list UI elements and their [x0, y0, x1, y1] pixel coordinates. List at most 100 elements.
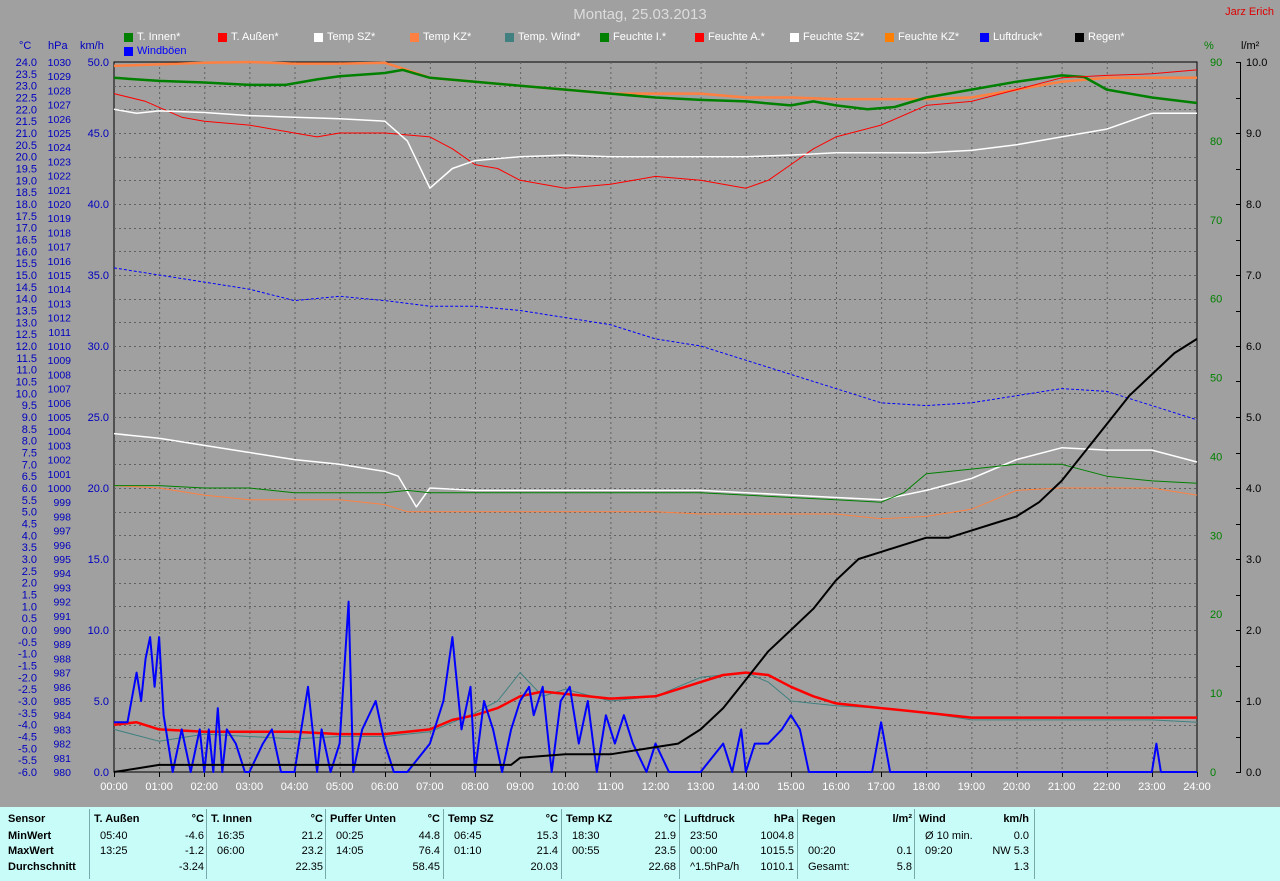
temp-tick-label: -4.0	[18, 720, 37, 732]
pressure-tick-label: 1003	[48, 440, 72, 452]
x-tick-label: 22:00	[1093, 781, 1121, 793]
pressure-tick-label: 997	[53, 526, 71, 538]
summary-min-time: Ø 10 min.	[925, 830, 973, 842]
pressure-tick-label: 984	[53, 710, 71, 722]
summary-separator	[914, 809, 915, 879]
temp-tick-label: 5.0	[22, 507, 37, 519]
rain-tick-label: 6.0	[1246, 341, 1261, 353]
pressure-tick-label: 1023	[48, 156, 72, 168]
temp-tick-label: 4.0	[22, 530, 37, 542]
pressure-tick-label: 986	[53, 682, 71, 694]
temp-tick-label: 13.0	[16, 317, 37, 329]
x-tick-label: 08:00	[461, 781, 489, 793]
pressure-tick-label: 1005	[48, 412, 72, 424]
pressure-tick-label: 985	[53, 696, 71, 708]
summary-separator	[797, 809, 798, 879]
summary-avg-time: ^1.5hPa/h	[690, 861, 740, 873]
summary-unit: °C	[310, 813, 323, 825]
x-tick-label: 19:00	[958, 781, 986, 793]
temp-tick-label: 13.5	[16, 306, 37, 318]
temp-tick-label: -1.5	[18, 661, 37, 673]
summary-name: Wind	[919, 813, 946, 825]
temp-tick-label: 6.5	[22, 471, 37, 483]
wind-tick-label: 0.0	[94, 767, 109, 779]
summary-max-val: 21.4	[536, 845, 558, 857]
temp-tick-label: 14.5	[16, 282, 37, 294]
summary-unit: km/h	[1003, 813, 1029, 825]
x-tick-label: 15:00	[777, 781, 805, 793]
pressure-tick-label: 1026	[48, 114, 72, 126]
x-tick-label: 05:00	[326, 781, 354, 793]
pressure-tick-label: 991	[53, 611, 71, 623]
x-tick-label: 14:00	[732, 781, 760, 793]
temp-tick-label: -4.5	[18, 732, 37, 744]
summary-max-val: 23.2	[301, 845, 323, 857]
summary-avg-val: 20.03	[530, 861, 558, 873]
temp-tick-label: 2.0	[22, 578, 37, 590]
pressure-tick-label: 1014	[48, 284, 72, 296]
temp-tick-label: 21.0	[16, 128, 37, 140]
summary-separator	[561, 809, 562, 879]
pressure-tick-label: 1004	[48, 426, 72, 438]
summary-separator	[443, 809, 444, 879]
temp-tick-label: 9.0	[22, 412, 37, 424]
rain-tick-label: 8.0	[1246, 199, 1261, 211]
summary-unit: °C	[545, 813, 558, 825]
temp-tick-label: 0.5	[22, 613, 37, 625]
summary-avg-val: 58.45	[412, 861, 440, 873]
pressure-tick-label: 1016	[48, 256, 72, 268]
summary-name: Regen	[802, 813, 836, 825]
summary-name: Puffer Unten	[330, 813, 396, 825]
summary-name: T. Außen	[94, 813, 140, 825]
temp-tick-label: 12.5	[16, 329, 37, 341]
wind-tick-label: 50.0	[88, 57, 109, 69]
x-tick-label: 07:00	[416, 781, 444, 793]
humidity-tick-label: 0	[1210, 767, 1216, 779]
pressure-tick-label: 990	[53, 625, 71, 637]
rain-tick-label: 9.0	[1246, 128, 1261, 140]
temp-tick-label: 12.0	[16, 341, 37, 353]
pressure-tick-label: 994	[53, 568, 71, 580]
summary-min-time: 23:50	[690, 830, 718, 842]
humidity-tick-label: 10	[1210, 688, 1222, 700]
temp-tick-label: -3.0	[18, 696, 37, 708]
wind-tick-label: 5.0	[94, 696, 109, 708]
wind-tick-label: 25.0	[88, 412, 109, 424]
pressure-tick-label: 998	[53, 511, 71, 523]
rain-tick-label: 1.0	[1246, 696, 1261, 708]
humidity-tick-label: 70	[1210, 215, 1222, 227]
x-tick-label: 21:00	[1048, 781, 1076, 793]
summary-max-time: 00:00	[690, 845, 718, 857]
temp-tick-label: 14.0	[16, 294, 37, 306]
summary-separator	[325, 809, 326, 879]
summary-avg-val: -3.24	[178, 861, 204, 873]
pressure-tick-label: 980	[53, 767, 71, 779]
temp-tick-label: -6.0	[18, 767, 37, 779]
temp-tick-label: 22.5	[16, 93, 37, 105]
x-tick-label: 01:00	[145, 781, 173, 793]
pressure-tick-label: 1007	[48, 384, 72, 396]
summary-min-val: 15.3	[536, 830, 558, 842]
summary-unit: °C	[663, 813, 676, 825]
pressure-tick-label: 1012	[48, 313, 72, 325]
wind-tick-label: 45.0	[88, 128, 109, 140]
x-tick-label: 10:00	[551, 781, 579, 793]
summary-max-time: 00:55	[572, 845, 600, 857]
pressure-tick-label: 1008	[48, 369, 72, 381]
temp-tick-label: -1.0	[18, 649, 37, 661]
summary-row-label: MinWert	[8, 830, 52, 842]
pressure-tick-label: 1000	[48, 483, 72, 495]
temp-tick-label: 21.5	[16, 116, 37, 128]
summary-max-time: 14:05	[336, 845, 364, 857]
wind-tick-label: 35.0	[88, 270, 109, 282]
pressure-tick-label: 1001	[48, 469, 72, 481]
x-tick-label: 03:00	[236, 781, 264, 793]
pressure-tick-label: 1017	[48, 242, 72, 254]
pressure-tick-label: 981	[53, 753, 71, 765]
summary-min-val: 21.9	[654, 830, 676, 842]
temp-tick-label: 2.5	[22, 566, 37, 578]
summary-name: T. Innen	[211, 813, 252, 825]
temp-tick-label: -2.5	[18, 684, 37, 696]
temp-tick-label: 24.0	[16, 57, 37, 69]
summary-separator	[679, 809, 680, 879]
